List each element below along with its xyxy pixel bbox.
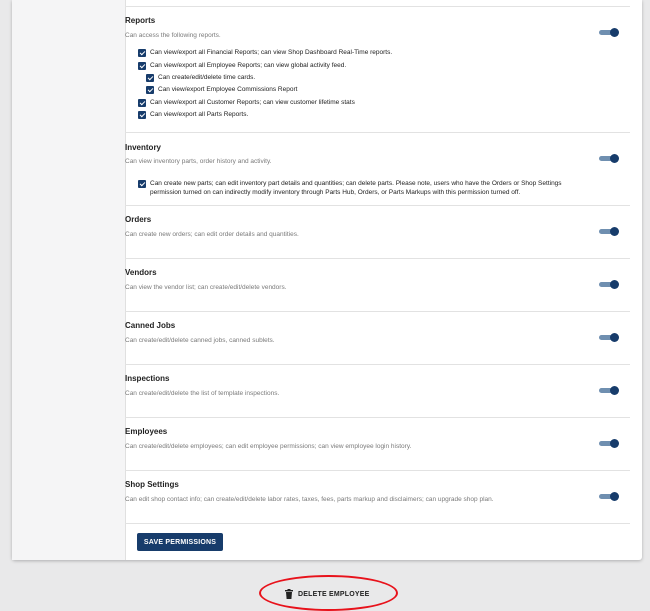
- perm-employee-reports[interactable]: Can view/export all Employee Reports; ca…: [138, 62, 346, 70]
- section-description: Can create new orders; can edit order de…: [125, 231, 299, 238]
- section-description: Can create/edit/delete employees; can ed…: [125, 443, 412, 450]
- delete-employee-label: DELETE EMPLOYEE: [298, 590, 370, 598]
- perm-label: Can view/export all Parts Reports.: [150, 111, 249, 118]
- save-permissions-button[interactable]: SAVE PERMISSIONS: [137, 533, 223, 551]
- canned-jobs-toggle[interactable]: [599, 333, 619, 342]
- employees-toggle[interactable]: [599, 439, 619, 448]
- section-inventory: Inventory Can view inventory parts, orde…: [125, 132, 630, 206]
- section-inspections: Inspections Can create/edit/delete the l…: [125, 364, 630, 418]
- perm-parts-reports[interactable]: Can view/export all Parts Reports.: [138, 111, 248, 119]
- checked-checkbox-icon[interactable]: [138, 99, 146, 107]
- perm-time-cards[interactable]: Can create/edit/delete time cards.: [146, 74, 255, 82]
- perm-inventory-edit[interactable]: Can create new parts; can edit inventory…: [138, 180, 570, 197]
- perm-label: Can view/export Employee Commissions Rep…: [158, 86, 298, 93]
- orders-toggle[interactable]: [599, 227, 619, 236]
- perm-label: Can view/export all Customer Reports; ca…: [150, 99, 355, 106]
- section-title: Orders: [125, 215, 152, 224]
- section-title: Employees: [125, 427, 168, 436]
- section-title: Shop Settings: [125, 480, 179, 489]
- left-panel: [12, 0, 126, 560]
- section-orders: Orders Can create new orders; can edit o…: [125, 205, 630, 259]
- perm-label: Can create/edit/delete time cards.: [158, 74, 256, 81]
- section-title: Vendors: [125, 268, 157, 277]
- section-shop-settings: Shop Settings Can edit shop contact info…: [125, 470, 630, 524]
- checked-checkbox-icon[interactable]: [138, 111, 146, 119]
- section-employees: Employees Can create/edit/delete employe…: [125, 417, 630, 471]
- section-title: Canned Jobs: [125, 321, 176, 330]
- section-title: Reports: [125, 16, 156, 25]
- perm-label: Can view/export all Financial Reports; c…: [150, 49, 393, 56]
- inventory-toggle[interactable]: [599, 154, 619, 163]
- section-title: Inventory: [125, 143, 162, 152]
- trash-icon: [285, 589, 293, 599]
- section-title: Inspections: [125, 374, 170, 383]
- section-description: Can view the vendor list; can create/edi…: [125, 284, 287, 291]
- checked-checkbox-icon[interactable]: [138, 49, 146, 57]
- section-description: Can edit shop contact info; can create/e…: [125, 496, 494, 503]
- checked-checkbox-icon[interactable]: [138, 180, 146, 188]
- perm-financial-reports[interactable]: Can view/export all Financial Reports; c…: [138, 49, 392, 57]
- perm-label: Can view/export all Employee Reports; ca…: [150, 62, 347, 69]
- checked-checkbox-icon[interactable]: [138, 62, 146, 70]
- delete-employee-button[interactable]: DELETE EMPLOYEE: [285, 587, 369, 601]
- section-description: Can access the following reports.: [125, 32, 221, 39]
- inspections-toggle[interactable]: [599, 386, 619, 395]
- section-description: Can create/edit/delete canned jobs, cann…: [125, 337, 275, 344]
- section-description: Can create/edit/delete the list of templ…: [125, 390, 280, 397]
- section-canned-jobs: Canned Jobs Can create/edit/delete canne…: [125, 311, 630, 365]
- vendors-toggle[interactable]: [599, 280, 619, 289]
- checked-checkbox-icon[interactable]: [146, 74, 154, 82]
- checked-checkbox-icon[interactable]: [146, 86, 154, 94]
- section-reports: Reports Can access the following reports…: [125, 6, 630, 133]
- perm-commissions-report[interactable]: Can view/export Employee Commissions Rep…: [146, 86, 297, 94]
- perm-label: Can create new parts; can edit inventory…: [150, 180, 562, 196]
- reports-toggle[interactable]: [599, 28, 619, 37]
- shop-settings-toggle[interactable]: [599, 492, 619, 501]
- perm-customer-reports[interactable]: Can view/export all Customer Reports; ca…: [138, 99, 355, 107]
- section-vendors: Vendors Can view the vendor list; can cr…: [125, 258, 630, 312]
- section-description: Can view inventory parts, order history …: [125, 158, 272, 165]
